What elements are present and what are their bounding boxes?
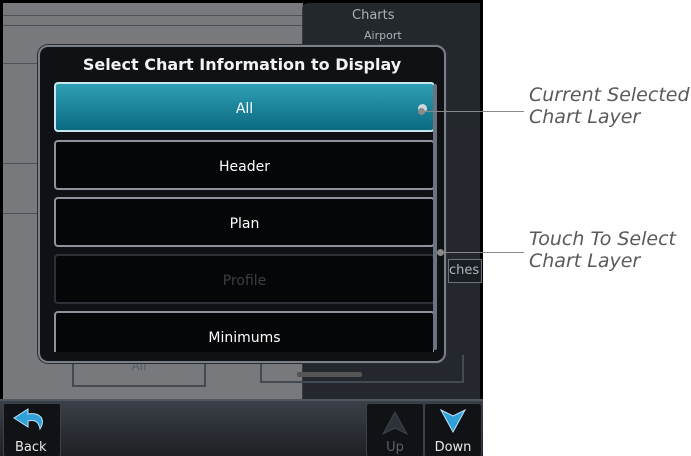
option-label: Minimums: [208, 330, 281, 346]
option-minimums-button[interactable]: Minimums: [54, 311, 434, 352]
callout-dot-selected: [418, 108, 425, 115]
option-label: All: [235, 101, 254, 117]
callout-touch-to-select: Touch To Select Chart Layer: [529, 228, 676, 272]
scrollbar[interactable]: [433, 84, 437, 350]
option-label: Header: [219, 159, 270, 175]
back-arrow-icon: [13, 408, 43, 431]
option-header-button[interactable]: Header: [54, 140, 434, 190]
select-chart-info-dialog: Select Chart Information to Display All …: [38, 45, 446, 363]
down-button[interactable]: Down: [424, 403, 482, 456]
callout-leader-touch: [442, 252, 524, 253]
callout-line: Current Selected: [529, 84, 690, 106]
up-arrow-icon: [381, 410, 409, 436]
device-screen: Charts Airport ches All Select Chart Inf…: [0, 0, 483, 456]
option-plan-button[interactable]: Plan: [54, 197, 434, 247]
callout-line: Touch To Select: [529, 228, 676, 250]
callout-current-selected: Current Selected Chart Layer: [529, 84, 690, 128]
charts-panel-subtitle: Airport: [364, 29, 402, 42]
up-label: Up: [386, 440, 404, 455]
back-label: Back: [15, 440, 47, 455]
option-label: Plan: [229, 216, 260, 232]
option-profile-button: Profile: [54, 254, 434, 304]
back-button[interactable]: Back: [3, 403, 61, 456]
callout-leader-selected: [423, 111, 524, 112]
ghost-tab-fragment: ches: [448, 259, 482, 283]
option-list[interactable]: All Header Plan Profile Minimums: [50, 82, 434, 352]
up-button[interactable]: Up: [366, 403, 424, 456]
down-arrow-icon: [439, 408, 467, 434]
option-all-button[interactable]: All: [54, 82, 434, 132]
option-label: Profile: [222, 273, 267, 289]
callout-dot-touch: [437, 249, 444, 256]
bottom-nav-bar: Back Up Down: [0, 399, 483, 456]
charts-panel-title: Charts: [352, 8, 395, 23]
callout-line: Chart Layer: [529, 106, 641, 128]
down-label: Down: [434, 440, 472, 455]
dialog-title: Select Chart Information to Display: [82, 55, 402, 74]
callout-line: Chart Layer: [529, 250, 641, 272]
